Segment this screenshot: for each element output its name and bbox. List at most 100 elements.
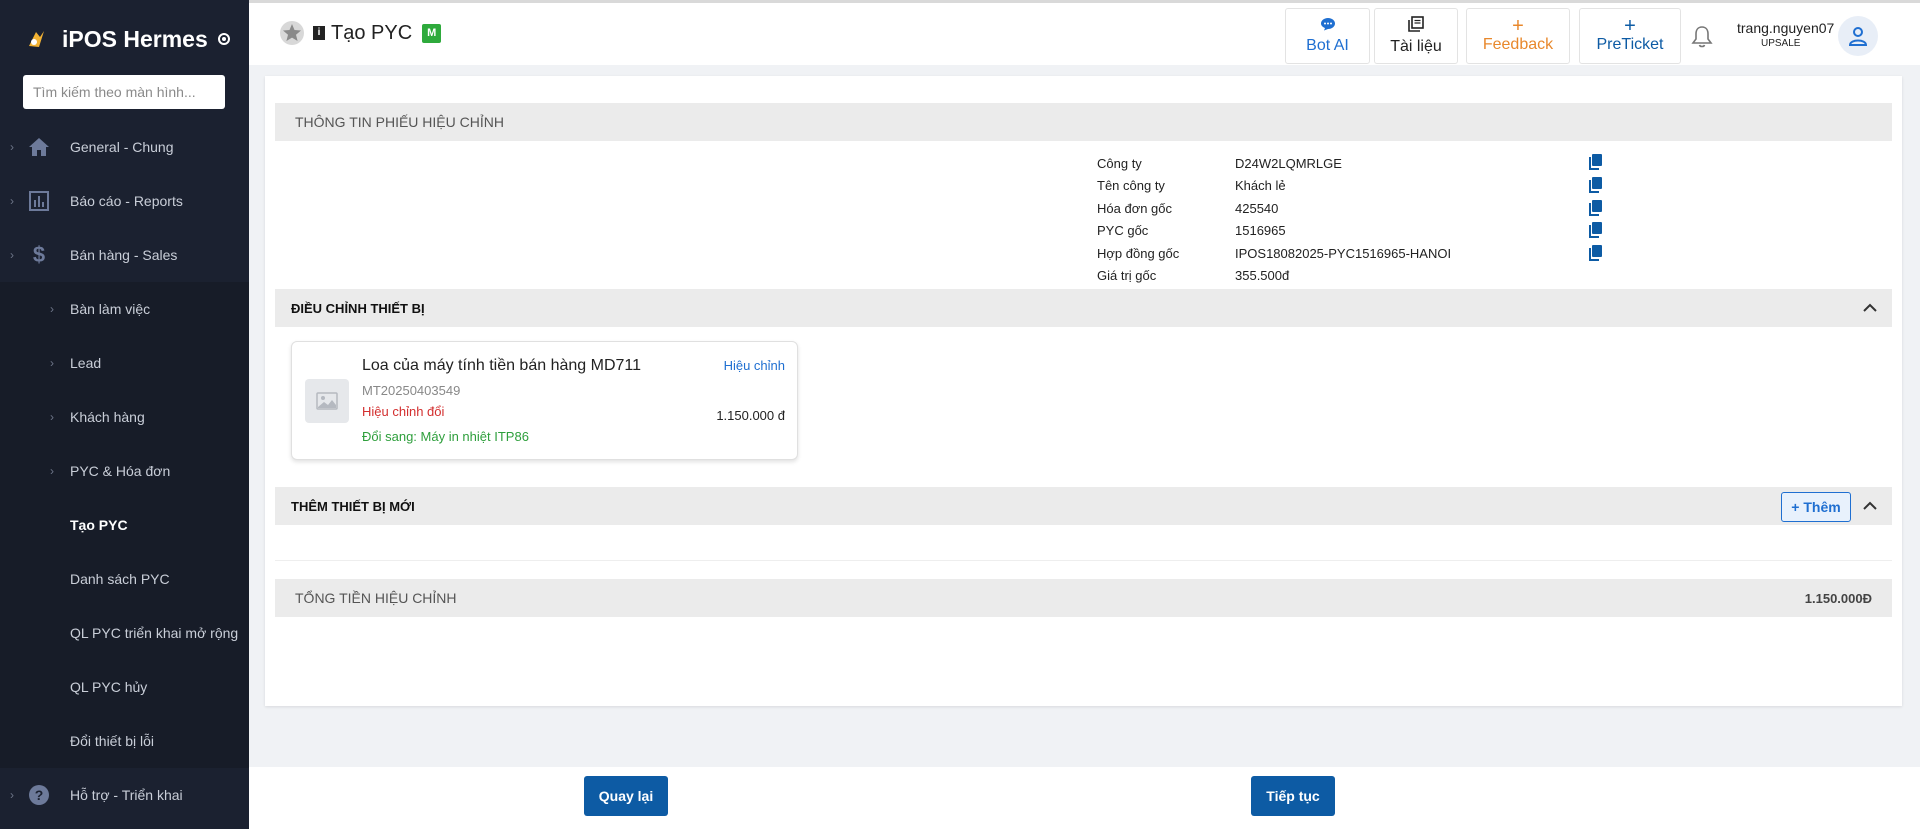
book-icon bbox=[1408, 16, 1424, 36]
back-button[interactable]: Quay lại bbox=[584, 776, 668, 816]
info-value: IPOS18082025-PYC1516965-HANOI bbox=[1235, 246, 1452, 261]
continue-button[interactable]: Tiếp tục bbox=[1251, 776, 1335, 816]
user-role: UPSALE bbox=[1761, 38, 1801, 49]
copy-icon[interactable] bbox=[1588, 177, 1602, 193]
info-value: 425540 bbox=[1235, 201, 1279, 216]
sidebar-item-label: Bàn làm việc bbox=[70, 301, 151, 317]
sidebar-item-label: Đổi thiết bị lỗi bbox=[70, 733, 155, 749]
user-name: trang.nguyen07 bbox=[1737, 20, 1835, 36]
chevron-up-icon[interactable] bbox=[1863, 297, 1877, 318]
info-section-header: THÔNG TIN PHIẾU HIỆU CHỈNH bbox=[275, 103, 1892, 141]
edit-adjustment-link[interactable]: Hiệu chỉnh bbox=[724, 358, 785, 373]
sidebar-item-support[interactable]: › ? Hỗ trợ - Triển khai bbox=[0, 768, 249, 822]
chevron-right-icon: › bbox=[10, 194, 14, 208]
info-value: 355.500đ bbox=[1235, 268, 1290, 283]
sidebar-item-label: Báo cáo - Reports bbox=[70, 193, 183, 209]
add-device-button[interactable]: + Thêm bbox=[1781, 492, 1851, 522]
chevron-right-icon: › bbox=[10, 788, 14, 802]
device-name: Loa của máy tính tiền bán hàng MD711 bbox=[362, 357, 641, 374]
chevron-right-icon: › bbox=[10, 248, 14, 262]
plus-icon: + bbox=[1512, 15, 1524, 37]
plus-icon: + bbox=[1624, 15, 1636, 37]
adjustment-status: Hiệu chỉnh đổi bbox=[362, 404, 445, 419]
sidebar-item-pyc-invoices[interactable]: › PYC & Hóa đơn bbox=[0, 444, 249, 498]
chevron-up-icon[interactable] bbox=[1863, 495, 1877, 516]
chat-icon bbox=[1320, 17, 1336, 35]
page-title-group: i Tạo PYC M bbox=[279, 20, 442, 46]
footer-bar: Quay lại Tiếp tục bbox=[249, 767, 1920, 829]
sidebar-item-label: Lead bbox=[70, 355, 102, 371]
sidebar-item-create-pyc[interactable]: Tạo PYC bbox=[0, 498, 249, 552]
chevron-right-icon: › bbox=[50, 410, 54, 424]
copy-icon[interactable] bbox=[1588, 222, 1602, 238]
info-label: Công ty bbox=[1097, 156, 1142, 171]
copy-icon[interactable] bbox=[1588, 200, 1602, 216]
bot-ai-label: Bot AI bbox=[1306, 37, 1349, 54]
top-header: i Tạo PYC M Bot AI Tài liệu + Feedback +… bbox=[249, 0, 1920, 65]
device-section-header[interactable]: ĐIỀU CHỈNH THIẾT BỊ bbox=[275, 289, 1892, 327]
sidebar-item-label: Tạo PYC bbox=[70, 517, 128, 533]
swap-target: Đổi sang: Máy in nhiệt ITP86 bbox=[362, 429, 529, 444]
info-label: Hóa đơn gốc bbox=[1097, 201, 1173, 216]
chevron-right-icon: › bbox=[10, 140, 14, 154]
feedback-button[interactable]: + Feedback bbox=[1466, 8, 1570, 64]
sidebar-item-customers[interactable]: › Khách hàng bbox=[0, 390, 249, 444]
brand-name: iPOS Hermes bbox=[62, 25, 208, 52]
sidebar-item-label: QL PYC triển khai mở rộng bbox=[70, 625, 239, 641]
dollar-icon: $ bbox=[32, 242, 46, 267]
info-label: Tên công ty bbox=[1097, 178, 1165, 193]
logo-icon bbox=[29, 31, 44, 47]
user-icon bbox=[1848, 27, 1868, 46]
info-icon: i bbox=[313, 26, 325, 40]
sidebar-item-replace-device[interactable]: Đổi thiết bị lỗi bbox=[0, 714, 249, 768]
chevron-right-icon: › bbox=[50, 302, 54, 316]
info-label: Giá trị gốc bbox=[1097, 268, 1157, 283]
new-device-list bbox=[275, 525, 1892, 561]
sidebar: iPOS Hermes › General - Chung › Báo cáo … bbox=[0, 0, 249, 829]
sidebar-item-pyc-list[interactable]: Danh sách PYC bbox=[0, 552, 249, 606]
info-value: D24W2LQMRLGE bbox=[1235, 156, 1342, 171]
svg-text:?: ? bbox=[35, 787, 44, 803]
device-code: MT20250403549 bbox=[362, 383, 461, 398]
sidebar-search-input[interactable] bbox=[23, 75, 225, 109]
sidebar-item-label: General - Chung bbox=[70, 139, 174, 155]
total-section: TỔNG TIỀN HIỆU CHỈNH 1.150.000Đ bbox=[275, 579, 1892, 617]
help-icon: ? bbox=[27, 783, 51, 807]
sidebar-item-lead[interactable]: › Lead bbox=[0, 336, 249, 390]
chevron-right-icon: › bbox=[50, 464, 54, 478]
device-section-title: ĐIỀU CHỈNH THIẾT BỊ bbox=[291, 300, 425, 316]
page-title: Tạo PYC bbox=[331, 21, 413, 44]
info-label: PYC gốc bbox=[1097, 223, 1149, 238]
report-icon bbox=[27, 189, 51, 213]
info-value: Khách lẻ bbox=[1235, 178, 1286, 193]
sidebar-item-label: PYC & Hóa đơn bbox=[70, 463, 171, 479]
sidebar-item-sales[interactable]: › $ Bán hàng - Sales bbox=[0, 228, 249, 282]
sidebar-item-workspace[interactable]: › Bàn làm việc bbox=[0, 282, 249, 336]
sidebar-item-label: Khách hàng bbox=[70, 409, 145, 425]
star-badge-icon bbox=[280, 21, 304, 45]
sidebar-item-reports[interactable]: › Báo cáo - Reports bbox=[0, 174, 249, 228]
new-device-section-header[interactable]: THÊM THIẾT BỊ MỚI + Thêm bbox=[275, 487, 1892, 525]
bot-ai-button[interactable]: Bot AI bbox=[1285, 8, 1370, 64]
sidebar-item-pyc-expansion[interactable]: QL PYC triển khai mở rộng bbox=[0, 606, 249, 660]
sidebar-item-label: Bán hàng - Sales bbox=[70, 247, 178, 263]
avatar[interactable] bbox=[1838, 16, 1878, 56]
logo-row: iPOS Hermes bbox=[0, 0, 249, 78]
total-value: 1.150.000Đ bbox=[1804, 590, 1872, 606]
home-icon bbox=[27, 135, 51, 159]
sidebar-item-label: QL PYC hủy bbox=[70, 679, 148, 695]
bell-icon[interactable] bbox=[1691, 25, 1713, 49]
sidebar-item-pyc-cancel[interactable]: QL PYC hủy bbox=[0, 660, 249, 714]
docs-button[interactable]: Tài liệu bbox=[1374, 8, 1458, 64]
image-placeholder-icon bbox=[305, 379, 349, 423]
sidebar-item-label: Hỗ trợ - Triển khai bbox=[70, 787, 183, 803]
chevron-right-icon: › bbox=[50, 356, 54, 370]
info-value: 1516965 bbox=[1235, 223, 1286, 238]
preticket-button[interactable]: + PreTicket bbox=[1579, 8, 1681, 64]
sidebar-item-general[interactable]: › General - Chung bbox=[0, 120, 249, 174]
copy-icon[interactable] bbox=[1588, 154, 1602, 170]
brand-target-icon[interactable] bbox=[217, 33, 230, 45]
preticket-label: PreTicket bbox=[1596, 36, 1664, 53]
docs-label: Tài liệu bbox=[1390, 38, 1442, 55]
copy-icon[interactable] bbox=[1588, 245, 1602, 261]
